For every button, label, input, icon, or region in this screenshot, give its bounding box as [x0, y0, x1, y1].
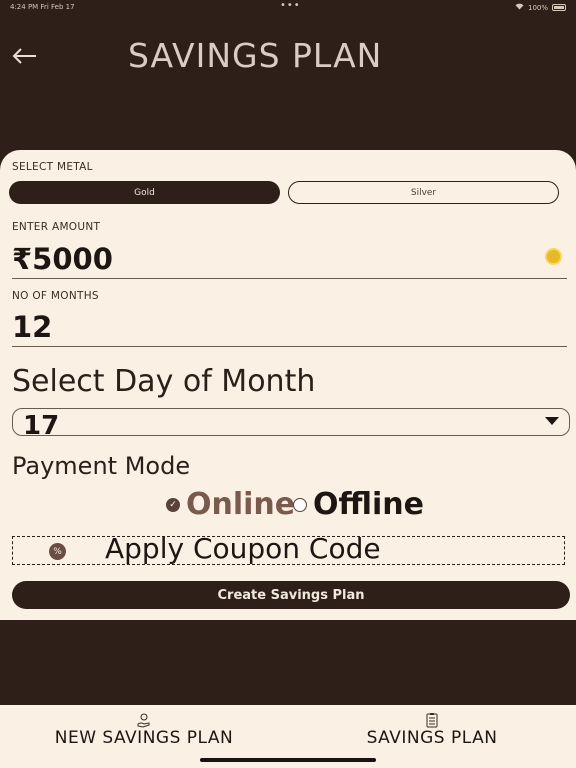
- home-indicator: [200, 758, 376, 762]
- metal-gold-button[interactable]: Gold: [9, 181, 280, 204]
- select-day-title: Select Day of Month: [12, 364, 316, 399]
- payment-mode-title: Payment Mode: [12, 452, 191, 480]
- gold-coin-icon: [545, 248, 562, 265]
- hand-coin-icon: [137, 712, 151, 728]
- status-bar: 4:24 PM Fri Feb 17 ••• 100%: [0, 0, 576, 14]
- discount-badge-icon: %: [49, 543, 66, 560]
- status-time: 4:24 PM Fri Feb 17: [10, 3, 75, 11]
- clipboard-icon: [425, 712, 439, 728]
- back-arrow-icon[interactable]: [10, 42, 40, 72]
- multitask-dots[interactable]: •••: [280, 0, 301, 11]
- chevron-down-icon: [545, 417, 559, 425]
- day-dropdown-value: 17: [23, 411, 60, 441]
- months-input[interactable]: 12: [12, 310, 52, 344]
- coupon-text: Apply Coupon Code: [105, 536, 381, 565]
- radio-offline-unchecked-icon[interactable]: [293, 498, 307, 512]
- nav-label-savings-plan: SAVINGS PLAN: [366, 728, 498, 748]
- select-metal-label: SELECT METAL: [12, 161, 93, 173]
- page-title: SAVINGS PLAN: [128, 36, 383, 75]
- create-savings-plan-button[interactable]: Create Savings Plan: [12, 581, 570, 609]
- wifi-icon: [515, 3, 524, 12]
- amount-input[interactable]: ₹5000: [12, 242, 113, 276]
- months-underline: [12, 346, 567, 347]
- no-of-months-label: NO OF MONTHS: [12, 290, 99, 302]
- apply-coupon-button[interactable]: % Apply Coupon Code: [12, 536, 565, 565]
- metal-silver-button[interactable]: Silver: [288, 181, 559, 204]
- payment-online-label[interactable]: Online: [186, 487, 295, 522]
- payment-offline-label[interactable]: Offline: [313, 487, 424, 522]
- day-dropdown[interactable]: 17: [12, 408, 570, 441]
- nav-label-new-savings-plan: NEW SAVINGS PLAN: [54, 728, 234, 748]
- status-right: 100%: [515, 3, 566, 12]
- battery-icon: [552, 4, 566, 11]
- radio-online-checked-icon[interactable]: ✓: [166, 498, 180, 512]
- enter-amount-label: ENTER AMOUNT: [12, 221, 101, 233]
- savings-form-card: SELECT METAL Gold Silver ENTER AMOUNT ₹5…: [0, 150, 576, 620]
- amount-underline: [12, 278, 567, 279]
- battery-percent: 100%: [527, 3, 548, 12]
